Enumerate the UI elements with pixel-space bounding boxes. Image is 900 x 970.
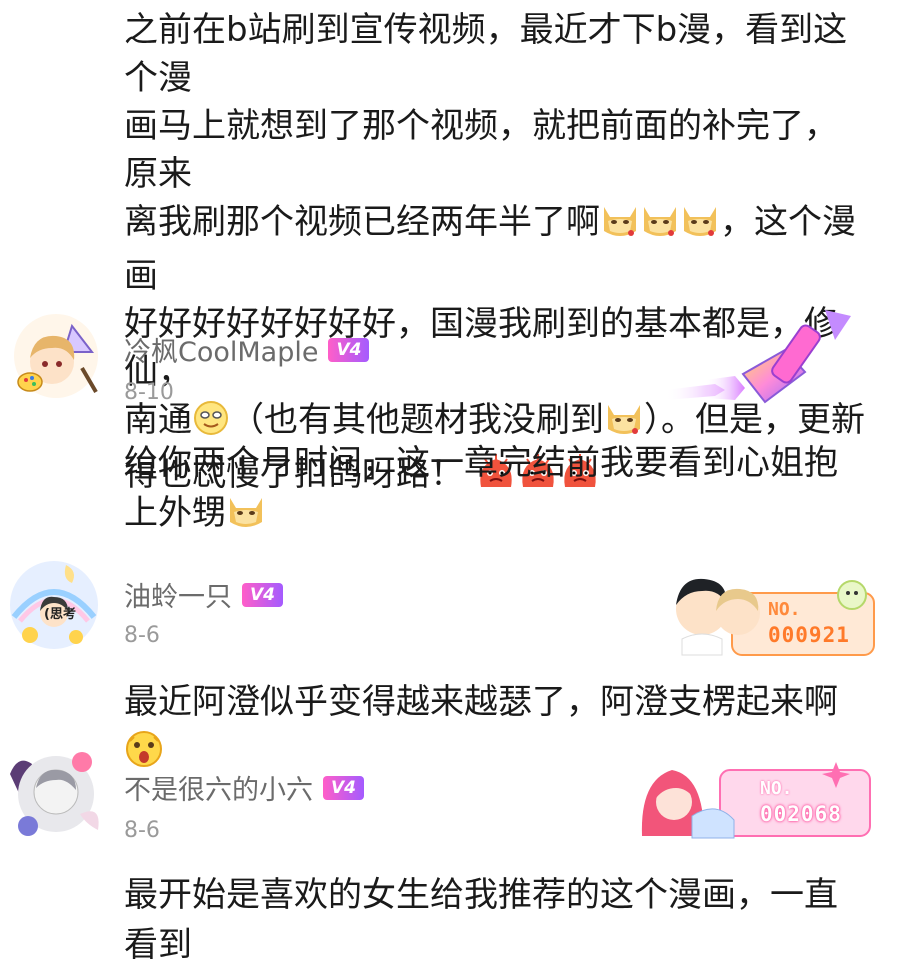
comment-text-content: 最近阿澄似乎变得越来越瑟了，阿澄支楞起来啊 (124, 682, 838, 722)
doge-emoji-icon (680, 201, 720, 252)
comment-date: 8-6 (124, 818, 160, 843)
avatar-caption: (思考 (44, 607, 76, 622)
comment-text: 给你两个月时间，这一章完结前我要看到心姐抱上外甥 (124, 438, 869, 544)
text-line-part: 离我刷那个视频已经两年半了啊 (124, 202, 600, 242)
badge-number: 002068 (760, 802, 842, 826)
doge-emoji-icon (640, 201, 680, 252)
user-meta: 冷枫CoolMaple V4 (124, 330, 370, 369)
text-line: 离我刷那个视频已经两年半了啊 ，这个漫画 (124, 198, 869, 300)
username[interactable]: 不是很六的小六 (124, 768, 313, 807)
username[interactable]: 油蛉一只 (124, 575, 232, 614)
doge-emoji-icon (226, 492, 266, 544)
user-meta: 不是很六的小六 V4 (124, 768, 364, 807)
comment-text: 最开始是喜欢的女生给我推荐的这个漫画，一直看到 (124, 870, 869, 970)
paint-brush-decoration-icon (665, 310, 855, 424)
doge-emoji-icon (600, 201, 640, 252)
comment-item: (思考 油蛉一只 V4 8-6 NO. 000921 最近阿澄似乎变得越来越瑟了… (0, 545, 900, 767)
avatar[interactable] (12, 312, 100, 400)
comment-date: 8-10 (124, 380, 174, 405)
comment-item: 不是很六的小六 V4 8-6 NO. 002068 最开始是喜欢的女生给我推荐的… (0, 738, 900, 965)
level-badge: V4 (323, 775, 364, 800)
text-line: 画马上就想到了那个视频，就把前面的补完了，原来 (124, 106, 838, 194)
level-badge: V4 (242, 582, 283, 607)
badge-label: NO. (760, 778, 793, 799)
comment-text-content: 最开始是喜欢的女生给我推荐的这个漫画，一直看到 (124, 875, 838, 965)
badge-label: NO. (768, 599, 801, 620)
comment-item: 冷枫CoolMaple V4 8-10 给你两个月时间，这一章完结前我要看到心姐… (0, 300, 900, 540)
fan-number-badge: NO. 000921 (662, 559, 877, 663)
text-line: 之前在b站刷到宣传视频，最近才下b漫，看到这个漫 (124, 10, 848, 98)
level-badge: V4 (328, 337, 370, 362)
badge-number: 000921 (768, 623, 850, 647)
user-meta: 油蛉一只 V4 (124, 575, 283, 614)
avatar[interactable]: (思考 (6, 557, 98, 649)
comment-date: 8-6 (124, 623, 160, 648)
fan-number-badge: NO. 002068 (636, 760, 876, 844)
username[interactable]: 冷枫CoolMaple (124, 330, 318, 369)
avatar[interactable] (6, 744, 99, 836)
